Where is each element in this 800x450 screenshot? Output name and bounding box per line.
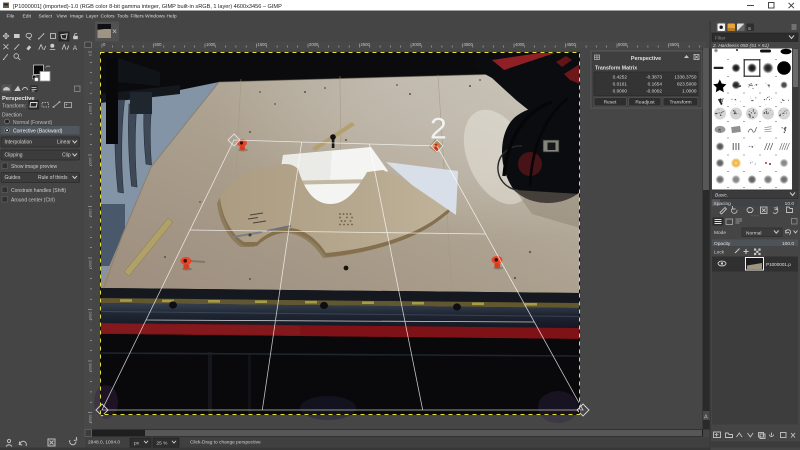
svg-text:0.4252: 0.4252 [613, 75, 628, 80]
svg-text:Lock: Lock [714, 249, 725, 255]
svg-text:Reset: Reset [604, 100, 617, 106]
svg-text:2500: 2500 [88, 312, 92, 320]
svg-text:-0.0002: -0.0002 [646, 89, 662, 94]
svg-text:a: a [748, 26, 751, 32]
svg-text:Interpolation: Interpolation [5, 140, 33, 146]
svg-text:Readjust: Readjust [635, 100, 655, 106]
svg-text:1500: 1500 [258, 42, 268, 47]
svg-text:5500: 5500 [670, 42, 680, 47]
svg-text:File: File [7, 14, 15, 20]
svg-text:A: A [73, 45, 78, 52]
svg-text:10.0: 10.0 [785, 201, 795, 207]
svg-text:Transform Matrix: Transform Matrix [595, 66, 637, 72]
svg-text:25 %: 25 % [157, 441, 169, 447]
svg-text:Edit: Edit [23, 14, 32, 20]
svg-text:Around center (Ctrl): Around center (Ctrl) [11, 198, 55, 204]
svg-text:Windows: Windows [145, 14, 165, 20]
svg-text:-0.3873: -0.3873 [646, 75, 662, 80]
svg-text:Linear: Linear [57, 140, 71, 146]
svg-text:Guides: Guides [5, 175, 21, 181]
svg-text:2: 2 [430, 113, 447, 146]
svg-text:Transform: Transform [669, 100, 691, 106]
svg-text:5000: 5000 [618, 42, 628, 47]
svg-text:Clipping: Clipping [5, 153, 23, 159]
svg-text:2. Hardness 050 (51 × 51): 2. Hardness 050 (51 × 51) [712, 43, 769, 49]
svg-text:Click-Drag to change perspecti: Click-Drag to change perspective [190, 440, 261, 446]
svg-text:1000: 1000 [88, 157, 92, 165]
svg-text:500: 500 [155, 42, 163, 47]
svg-text:Clip: Clip [62, 153, 71, 159]
svg-text:2848.0, 1004.0: 2848.0, 1004.0 [88, 440, 120, 446]
svg-text:823.5000: 823.5000 [677, 82, 697, 87]
svg-text:Filters: Filters [131, 14, 145, 20]
svg-text:Normal: Normal [746, 230, 761, 236]
svg-text:2500: 2500 [361, 42, 371, 47]
svg-text:A: A [704, 415, 708, 421]
svg-text:4500: 4500 [567, 42, 577, 47]
svg-text:Layer: Layer [86, 14, 99, 20]
svg-text:View: View [57, 14, 68, 20]
svg-text:Direction: Direction [2, 113, 22, 119]
svg-text:Spacing: Spacing [714, 201, 732, 207]
svg-text:P1000001.p: P1000001.p [766, 262, 791, 267]
svg-text:1338.3750: 1338.3750 [674, 75, 697, 80]
svg-text:Colors: Colors [101, 14, 116, 20]
svg-text:Image: Image [70, 14, 84, 20]
svg-text:2000: 2000 [88, 260, 92, 268]
svg-text:[P1000001] (imported)-1.0 (RGB: [P1000001] (imported)-1.0 (RGB color 8-b… [13, 4, 282, 10]
svg-text:Show image preview: Show image preview [11, 164, 58, 170]
svg-text:Opacity: Opacity [714, 241, 731, 247]
svg-text:Rule of thirds: Rule of thirds [38, 175, 68, 181]
svg-text:px: px [134, 442, 140, 447]
svg-text:0.0161: 0.0161 [613, 82, 628, 87]
svg-text:Tools: Tools [117, 14, 129, 20]
svg-text:4000: 4000 [515, 42, 525, 47]
svg-text:Perspective: Perspective [631, 56, 661, 62]
svg-text:500: 500 [88, 106, 92, 112]
svg-text:3000: 3000 [88, 363, 92, 371]
svg-text:Constrain handles (Shift): Constrain handles (Shift) [11, 188, 66, 194]
svg-text:2000: 2000 [309, 42, 319, 47]
svg-text:Select: Select [39, 14, 53, 20]
svg-text:3500: 3500 [88, 415, 92, 423]
svg-text:1.0000: 1.0000 [682, 89, 697, 94]
svg-text:Normal (Forward): Normal (Forward) [13, 120, 53, 126]
svg-text:Help: Help [167, 14, 177, 20]
svg-text:1500: 1500 [88, 209, 92, 217]
svg-text:3000: 3000 [412, 42, 422, 47]
svg-text:100.0: 100.0 [782, 241, 794, 247]
svg-text:Filter: Filter [715, 35, 726, 41]
svg-text:0.0000: 0.0000 [613, 89, 628, 94]
svg-text:Basic.: Basic. [715, 192, 728, 198]
svg-text:1000: 1000 [206, 42, 216, 47]
svg-text:3500: 3500 [464, 42, 474, 47]
svg-text:0.1654: 0.1654 [648, 82, 663, 87]
svg-text:Mode: Mode [714, 230, 726, 236]
svg-text:0: 0 [88, 54, 92, 56]
svg-text:Transform:: Transform: [2, 104, 26, 110]
svg-text:Corrective (Backward): Corrective (Backward) [13, 129, 63, 135]
